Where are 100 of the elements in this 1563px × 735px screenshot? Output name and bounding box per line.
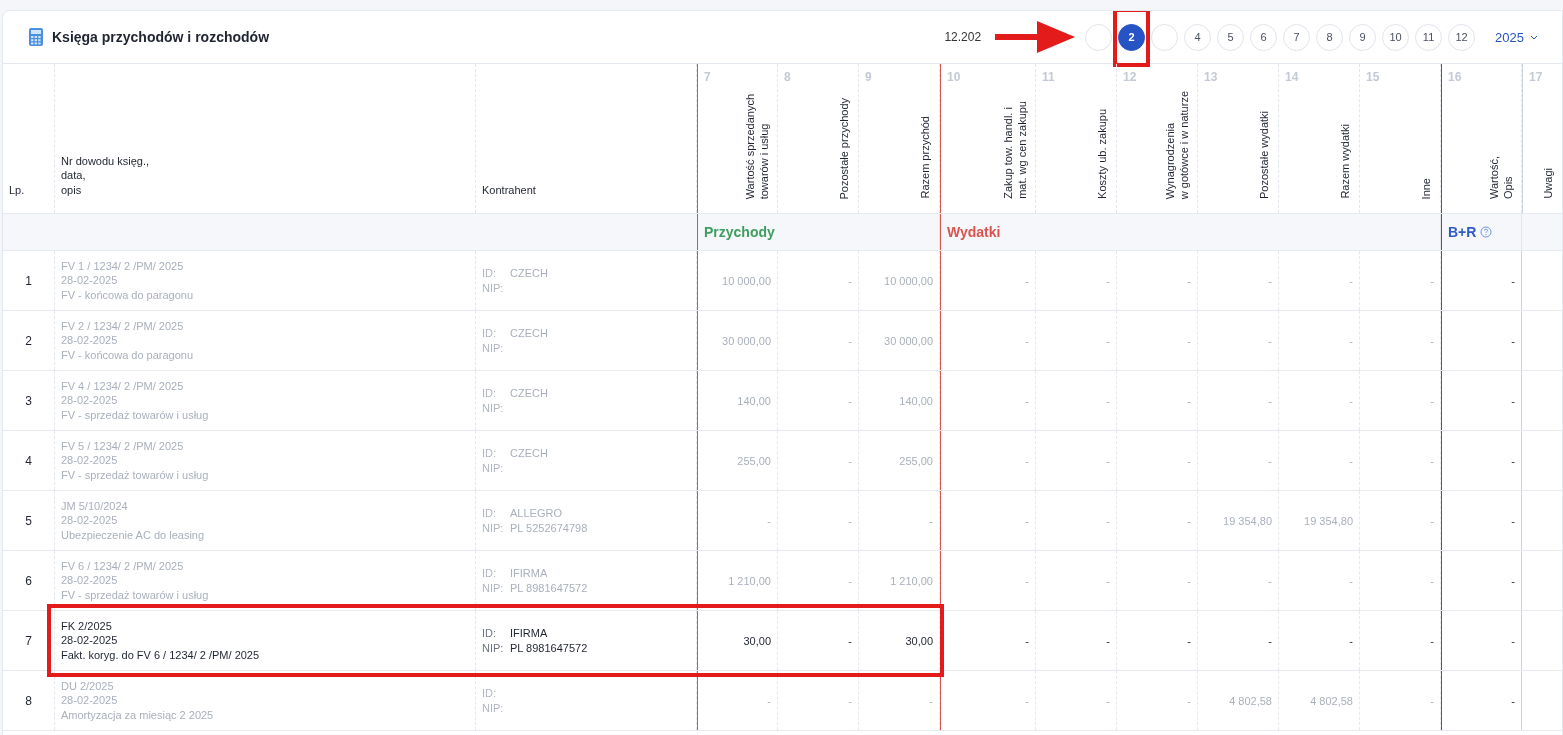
nip-label: NIP:	[482, 520, 505, 536]
document-date: 28-02-2025	[61, 693, 119, 708]
month-button[interactable]: 2	[1118, 23, 1146, 51]
nip-label: NIP:	[482, 700, 505, 716]
document-description: Ubezpieczenie AC do leasing	[61, 527, 206, 542]
document-date: 28-02-2025	[61, 453, 119, 468]
column-number: 13	[1204, 70, 1218, 84]
row-number: 7	[25, 633, 32, 648]
row-number: 2	[25, 333, 32, 348]
amount-cell: -	[1025, 334, 1029, 347]
amount-cell: -	[1187, 514, 1191, 527]
amount-cell: -	[1025, 694, 1029, 707]
column-number: 8	[784, 70, 791, 84]
amount-cell: -	[1511, 394, 1515, 407]
amount-cell: 140,00	[737, 394, 771, 407]
document-description: FV - końcowa do paragonu	[61, 347, 195, 362]
column-number: 7	[704, 70, 711, 84]
amount-cell: -	[1430, 514, 1434, 527]
amount-cell: -	[767, 694, 771, 707]
amount-cell: -	[929, 514, 933, 527]
month-button[interactable]: 10	[1382, 23, 1410, 51]
column-header: Lp.	[9, 182, 25, 197]
amount-cell: -	[1511, 694, 1515, 707]
amount-cell: -	[848, 334, 852, 347]
column-number: 15	[1366, 70, 1380, 84]
month-button[interactable]: 5	[1217, 23, 1245, 51]
nip-label: NIP:	[482, 340, 505, 356]
amount-cell: -	[1268, 394, 1272, 407]
chevron-down-icon	[1530, 34, 1538, 40]
amount-cell: -	[1106, 514, 1110, 527]
calculator-icon	[29, 28, 43, 46]
column-number: 17	[1529, 70, 1543, 84]
month-button[interactable]	[1085, 23, 1113, 51]
contractor-id: CZECH	[510, 325, 549, 341]
month-button[interactable]	[1151, 23, 1179, 51]
document-number: FV 5 / 1234/ 2 /PM/ 2025	[61, 439, 185, 454]
help-icon[interactable]	[1480, 226, 1493, 238]
month-button[interactable]: 8	[1316, 23, 1344, 51]
amount-cell: -	[1511, 274, 1515, 287]
amount-cell: -	[1349, 274, 1353, 287]
month-button[interactable]: 7	[1283, 23, 1311, 51]
column-number: 16	[1448, 70, 1462, 84]
column-header: Pozostałe przychody	[838, 97, 852, 199]
amount-cell: -	[1187, 454, 1191, 467]
amount-cell: -	[1187, 394, 1191, 407]
amount-cell: -	[1187, 634, 1191, 647]
amount-cell: -	[1106, 274, 1110, 287]
amount-cell: -	[1511, 634, 1515, 647]
amount-cell: -	[1349, 574, 1353, 587]
month-button[interactable]: 11	[1415, 23, 1443, 51]
document-description: FV - sprzedaż towarów i usług	[61, 587, 210, 602]
nip-label: NIP:	[482, 460, 505, 476]
year-dropdown[interactable]: 2025	[1495, 29, 1538, 45]
column-header: Kontrahent	[482, 182, 536, 197]
amount-cell: -	[1106, 634, 1110, 647]
nip-label: NIP:	[482, 640, 505, 656]
row-number: 8	[25, 693, 32, 708]
document-description: FV - końcowa do paragonu	[61, 287, 195, 302]
document-date: 28-02-2025	[61, 393, 119, 408]
contractor-id: CZECH	[510, 265, 549, 281]
amount-cell: 1 210,00	[728, 574, 771, 587]
amount-cell: -	[848, 634, 852, 647]
month-button[interactable]: 4	[1184, 23, 1212, 51]
amount-cell: -	[1511, 334, 1515, 347]
amount-cell: -	[848, 454, 852, 467]
amount-cell: -	[1106, 334, 1110, 347]
amount-cell: -	[1430, 454, 1434, 467]
month-button[interactable]: 6	[1250, 23, 1278, 51]
month-button[interactable]: 12	[1448, 23, 1476, 51]
column-header: Pozostałe wydatki	[1258, 110, 1272, 199]
amount-cell: -	[1106, 694, 1110, 707]
amount-cell: 4 802,58	[1310, 694, 1353, 707]
column-number: 10	[947, 70, 961, 84]
column-number: 9	[865, 70, 872, 84]
group-label: B+R	[1448, 224, 1477, 240]
document-description: Fakt. koryg. do FV 6 / 1234/ 2 /PM/ 2025	[61, 647, 261, 662]
document-number: FV 2 / 1234/ 2 /PM/ 2025	[61, 319, 185, 334]
amount-cell: 19 354,80	[1304, 514, 1353, 527]
amount-cell: -	[1430, 334, 1434, 347]
amount-cell: -	[1268, 574, 1272, 587]
group-label: Wydatki	[947, 224, 1001, 240]
contractor-nip: PL 5252674798	[510, 520, 589, 536]
nip-label: NIP:	[482, 580, 505, 596]
amount-cell: -	[1349, 334, 1353, 347]
id-label: ID:	[482, 445, 498, 461]
nip-label: NIP:	[482, 400, 505, 416]
amount-cell: -	[1511, 574, 1515, 587]
column-header: Wartość sprzedanych towarów i usług	[743, 93, 771, 199]
amount-cell: -	[1349, 394, 1353, 407]
amount-cell: 255,00	[737, 454, 771, 467]
amount-cell: 4 802,58	[1229, 694, 1272, 707]
amount-cell: -	[848, 694, 852, 707]
document-description: FV - sprzedaż towarów i usług	[61, 467, 210, 482]
id-label: ID:	[482, 505, 498, 521]
amount-cell: -	[1430, 694, 1434, 707]
amount-cell: -	[929, 694, 933, 707]
month-button[interactable]: 9	[1349, 23, 1377, 51]
amount-cell: -	[1187, 694, 1191, 707]
column-header: Nr dowodu księg., data, opis	[61, 154, 150, 197]
id-label: ID:	[482, 625, 498, 641]
